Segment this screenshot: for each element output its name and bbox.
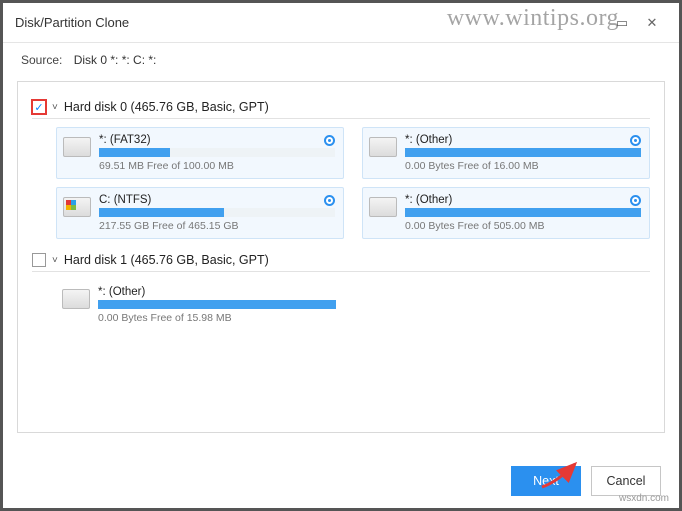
partition-item[interactable]: C: (NTFS) 217.55 GB Free of 465.15 GB: [56, 187, 344, 239]
source-row: Source: Disk 0 *: *: C: *:: [3, 43, 679, 81]
partition-item[interactable]: *: (Other) 0.00 Bytes Free of 505.00 MB: [362, 187, 650, 239]
partition-name: C: (NTFS): [99, 194, 335, 206]
titlebar: Disk/Partition Clone ▭ ✕: [3, 3, 679, 43]
partition-name: *: (Other): [98, 286, 336, 298]
usage-bar: [405, 208, 641, 217]
radio-selected-icon[interactable]: [324, 135, 335, 146]
disk-icon: [63, 197, 91, 217]
chevron-down-icon[interactable]: ˅: [52, 102, 58, 113]
partition-item[interactable]: *: (Other) 0.00 Bytes Free of 16.00 MB: [362, 127, 650, 179]
partition-free: 69.51 MB Free of 100.00 MB: [99, 160, 335, 172]
disk-icon: [369, 197, 397, 217]
partition-free: 217.55 GB Free of 465.15 GB: [99, 220, 335, 232]
partition-item[interactable]: *: (FAT32) 69.51 MB Free of 100.00 MB: [56, 127, 344, 179]
usage-bar: [99, 208, 335, 217]
chevron-down-icon[interactable]: ˅: [52, 255, 58, 266]
close-button[interactable]: ✕: [637, 15, 667, 31]
disk-title: Hard disk 1 (465.76 GB, Basic, GPT): [64, 253, 269, 267]
partition-name: *: (Other): [405, 194, 641, 206]
partition-name: *: (Other): [405, 134, 641, 146]
disk-checkbox[interactable]: ✓: [32, 100, 46, 114]
source-value: Disk 0 *: *: C: *:: [74, 53, 157, 67]
next-button[interactable]: Next: [511, 466, 581, 496]
disk-icon: [369, 137, 397, 157]
partition-free: 0.00 Bytes Free of 15.98 MB: [98, 312, 336, 324]
disk-checkbox[interactable]: [32, 253, 46, 267]
cancel-button[interactable]: Cancel: [591, 466, 661, 496]
maximize-button[interactable]: ▭: [607, 15, 637, 31]
disk-icon: [62, 289, 90, 309]
radio-selected-icon[interactable]: [630, 195, 641, 206]
disk-title: Hard disk 0 (465.76 GB, Basic, GPT): [64, 100, 269, 114]
radio-selected-icon[interactable]: [324, 195, 335, 206]
radio-selected-icon[interactable]: [630, 135, 641, 146]
partition-free: 0.00 Bytes Free of 16.00 MB: [405, 160, 641, 172]
dialog-footer: Next Cancel: [511, 466, 661, 496]
partition-item[interactable]: *: (Other) 0.00 Bytes Free of 15.98 MB: [56, 280, 344, 330]
partition-grid: *: (FAT32) 69.51 MB Free of 100.00 MB *:…: [56, 127, 650, 239]
usage-bar: [99, 148, 335, 157]
usage-bar: [98, 300, 336, 309]
disk-header[interactable]: ✓ ˅ Hard disk 0 (465.76 GB, Basic, GPT): [32, 100, 650, 119]
partition-name: *: (FAT32): [99, 134, 335, 146]
window-title: Disk/Partition Clone: [15, 15, 607, 30]
usage-bar: [405, 148, 641, 157]
partition-free: 0.00 Bytes Free of 505.00 MB: [405, 220, 641, 232]
disk-panel: ✓ ˅ Hard disk 0 (465.76 GB, Basic, GPT) …: [17, 81, 665, 433]
partition-grid: *: (Other) 0.00 Bytes Free of 15.98 MB: [56, 280, 650, 330]
disk-header[interactable]: ˅ Hard disk 1 (465.76 GB, Basic, GPT): [32, 253, 650, 272]
source-label: Source:: [21, 53, 62, 67]
disk-icon: [63, 137, 91, 157]
